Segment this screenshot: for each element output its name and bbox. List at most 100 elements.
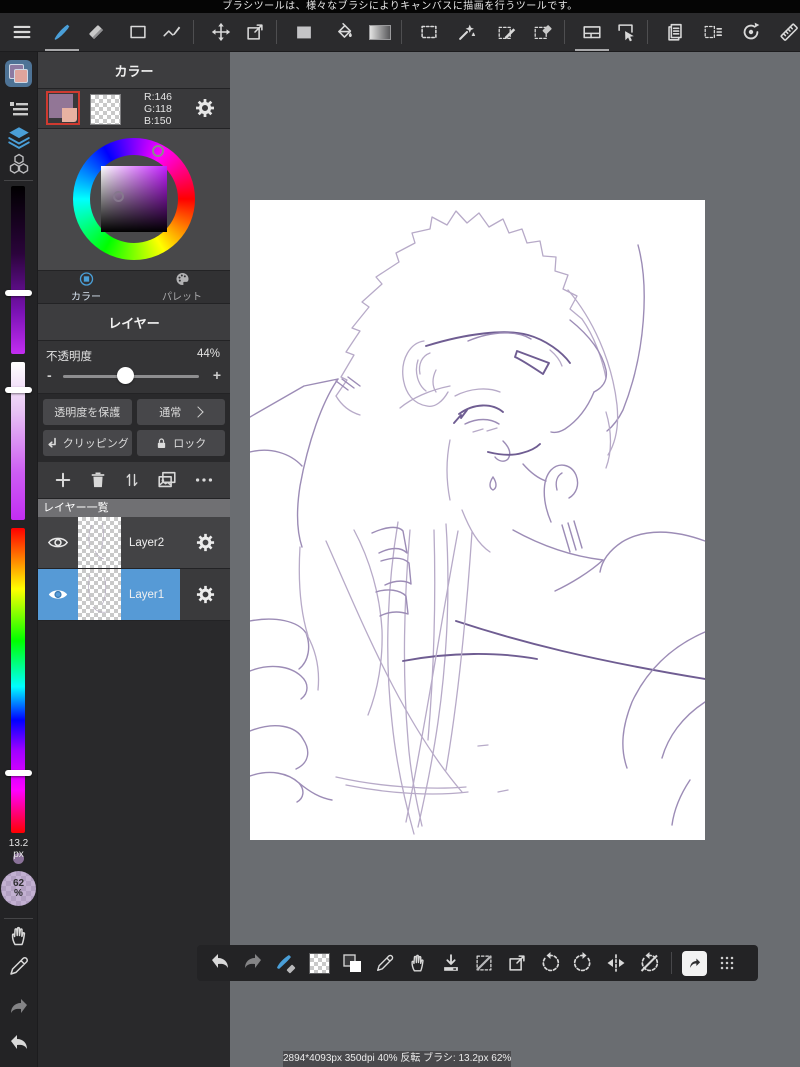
hue-slider[interactable] bbox=[11, 528, 25, 833]
add-layer-icon[interactable] bbox=[53, 470, 73, 490]
hand-icon[interactable] bbox=[404, 949, 432, 977]
layer1-thumbnail[interactable] bbox=[78, 569, 121, 620]
eyedropper-icon[interactable] bbox=[0, 954, 37, 978]
layer-row-layer1[interactable]: Layer1 bbox=[38, 569, 230, 621]
canvas-viewport[interactable] bbox=[230, 52, 800, 1067]
opacity-minus[interactable]: - bbox=[47, 367, 52, 383]
select-eraser-tool-icon[interactable] bbox=[529, 17, 557, 47]
blend-mode-button[interactable]: 通常 bbox=[136, 399, 225, 425]
hand-icon[interactable] bbox=[0, 924, 37, 948]
menu-icon[interactable] bbox=[8, 17, 36, 47]
materials-panel-icon[interactable] bbox=[0, 152, 37, 176]
hue-marker[interactable] bbox=[152, 145, 164, 157]
chevron-right-icon bbox=[192, 406, 204, 418]
value-slider[interactable] bbox=[11, 186, 25, 354]
status-bar: 2894*4093px 350dpi 40% 反転 ブラシ: 13.2px 62… bbox=[283, 1051, 511, 1067]
rotate-ccw-icon[interactable] bbox=[536, 949, 564, 977]
rgb-g-value: G:118 bbox=[144, 103, 172, 115]
undo-icon[interactable] bbox=[0, 1032, 37, 1056]
opacity-label: 不透明度 bbox=[46, 351, 92, 363]
clipping-button[interactable]: クリッピング bbox=[43, 430, 132, 456]
rotate-cw-icon[interactable] bbox=[569, 949, 597, 977]
rgb-readout: R:146 G:118 B:150 bbox=[144, 91, 172, 127]
layer-toolbar bbox=[38, 462, 230, 499]
grid-handle-icon[interactable] bbox=[713, 949, 741, 977]
sv-marker[interactable] bbox=[113, 191, 124, 202]
brush-eraser-toggle-icon[interactable] bbox=[272, 949, 300, 977]
layer-row-layer2[interactable]: Layer2 bbox=[38, 517, 230, 569]
save-icon[interactable] bbox=[437, 949, 465, 977]
rgb-r-value: R:146 bbox=[144, 91, 173, 103]
transform-tool-icon[interactable] bbox=[241, 17, 269, 47]
duplicate-layer-icon[interactable] bbox=[156, 469, 178, 491]
hue-slider-handle[interactable] bbox=[5, 770, 32, 776]
brush-opacity-unit: % bbox=[14, 887, 23, 899]
brush-tool-icon[interactable] bbox=[45, 17, 79, 51]
eyedropper-icon[interactable] bbox=[371, 949, 399, 977]
canvas[interactable] bbox=[250, 200, 705, 840]
select-rect-tool-icon[interactable] bbox=[415, 17, 443, 47]
protect-alpha-button[interactable]: 透明度を保護 bbox=[43, 399, 132, 425]
deselect-icon[interactable] bbox=[470, 949, 498, 977]
layer2-settings-gear-icon[interactable] bbox=[180, 517, 230, 568]
transparent-color-swatch[interactable] bbox=[90, 94, 121, 125]
flip-horizontal-icon[interactable] bbox=[602, 949, 630, 977]
fill-rect-tool-icon[interactable] bbox=[290, 17, 318, 47]
undo-icon[interactable] bbox=[206, 949, 234, 977]
select-cursor-icon[interactable] bbox=[612, 17, 640, 47]
polyline-tool-icon[interactable] bbox=[158, 17, 186, 47]
color-wheel-area bbox=[38, 129, 230, 271]
eye-icon bbox=[48, 590, 68, 599]
shortcut-button[interactable] bbox=[680, 949, 708, 977]
redo-icon[interactable] bbox=[239, 949, 267, 977]
opacity-plus[interactable]: + bbox=[213, 367, 221, 383]
more-options-icon[interactable] bbox=[193, 469, 215, 491]
layer2-visibility-toggle[interactable] bbox=[38, 517, 78, 568]
layers-panel-icon[interactable] bbox=[0, 124, 37, 150]
layer2-name: Layer2 bbox=[129, 536, 165, 549]
transform-icon[interactable] bbox=[503, 949, 531, 977]
canvas-sketch bbox=[250, 210, 705, 835]
brush-size-value: 13.2 bbox=[8, 838, 29, 849]
layer2-thumbnail[interactable] bbox=[78, 517, 121, 568]
ruler-icon[interactable] bbox=[775, 17, 800, 47]
layer1-settings-gear-icon[interactable] bbox=[180, 569, 230, 620]
layer1-visibility-toggle[interactable] bbox=[38, 569, 78, 620]
transparent-color-icon[interactable] bbox=[305, 949, 333, 977]
color-panel-tabs: カラー パレット bbox=[38, 271, 230, 304]
bucket-tool-icon[interactable] bbox=[330, 17, 358, 47]
swap-colors-icon[interactable] bbox=[338, 949, 366, 977]
toolbar-divider bbox=[647, 20, 648, 44]
redo-icon[interactable] bbox=[0, 996, 37, 1020]
reset-rotation-icon[interactable] bbox=[635, 949, 663, 977]
select-pen-tool-icon[interactable] bbox=[493, 17, 521, 47]
saturation-slider-handle[interactable] bbox=[5, 387, 32, 393]
saturation-slider[interactable] bbox=[11, 362, 25, 520]
lock-button[interactable]: ロック bbox=[136, 430, 225, 456]
move-tool-icon[interactable] bbox=[207, 17, 235, 47]
brush-opacity-indicator[interactable]: 62 % bbox=[1, 871, 36, 906]
gradient-tool-icon[interactable] bbox=[366, 17, 394, 47]
eraser-tool-icon[interactable] bbox=[82, 17, 110, 47]
brush-opacity-value: 62 bbox=[12, 877, 25, 889]
tooltip-bar: ブラシツールは、様々なブラシによりキャンバスに描画を行うツールです。 bbox=[0, 0, 800, 13]
foreground-color-swatch[interactable] bbox=[46, 91, 80, 125]
panel-layout-icon[interactable] bbox=[575, 17, 609, 51]
color-settings-gear-icon[interactable] bbox=[194, 97, 216, 119]
reorder-layers-icon[interactable] bbox=[122, 470, 142, 490]
magic-wand-tool-icon[interactable] bbox=[453, 17, 481, 47]
delete-layer-icon[interactable] bbox=[88, 470, 108, 490]
rectangle-tool-icon[interactable] bbox=[124, 17, 152, 47]
saturation-value-square[interactable] bbox=[101, 166, 167, 232]
toolbar-divider bbox=[564, 20, 565, 44]
brush-list-panel-icon[interactable] bbox=[0, 97, 37, 121]
opacity-slider-knob[interactable] bbox=[117, 367, 134, 384]
rotate-reset-icon[interactable] bbox=[737, 17, 765, 47]
value-slider-handle[interactable] bbox=[5, 290, 32, 296]
tab-palette[interactable]: パレット bbox=[134, 271, 230, 303]
lock-label: ロック bbox=[173, 438, 207, 450]
pages-icon[interactable] bbox=[661, 17, 689, 47]
select-list-icon[interactable] bbox=[699, 17, 727, 47]
color-swatch-panel-icon[interactable] bbox=[0, 60, 37, 87]
tab-color[interactable]: カラー bbox=[38, 271, 134, 303]
